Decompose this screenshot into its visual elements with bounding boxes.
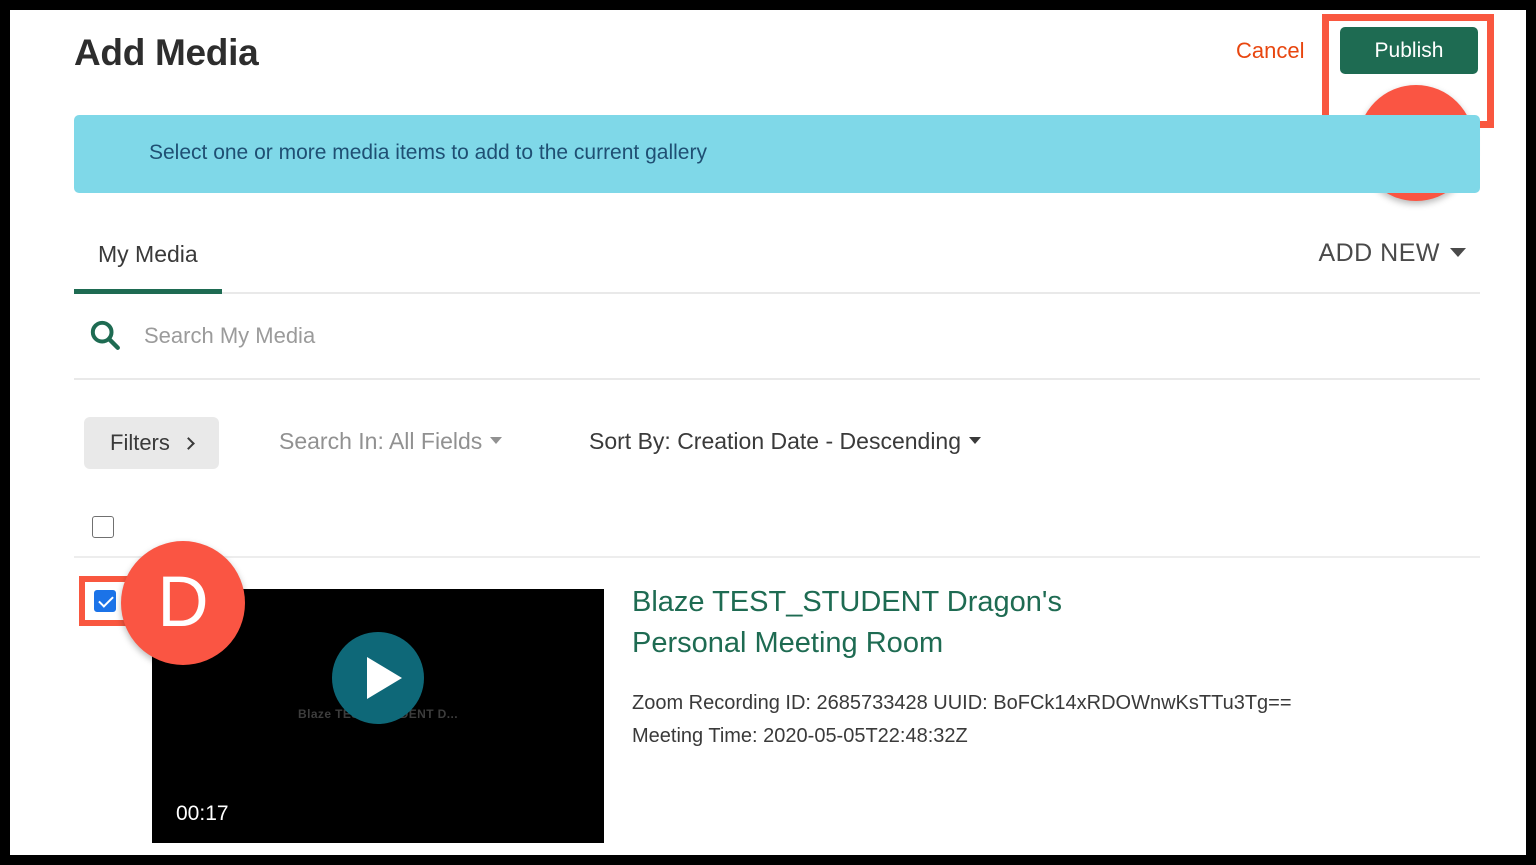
search-input[interactable] (144, 314, 944, 358)
publish-button[interactable]: Publish (1340, 27, 1478, 74)
screenshot-frame: Add Media Cancel Publish E Select one or… (0, 0, 1536, 865)
filters-button[interactable]: Filters (84, 417, 219, 469)
duration-label: 00:17 (176, 802, 229, 826)
filter-bar: Filters Search In: All Fields Sort By: C… (74, 410, 1480, 482)
page-title: Add Media (74, 32, 258, 74)
add-new-dropdown[interactable]: ADD NEW (1318, 239, 1466, 268)
add-new-label: ADD NEW (1318, 239, 1440, 267)
chevron-down-icon (490, 437, 502, 444)
add-media-dialog: Add Media Cancel Publish E Select one or… (10, 10, 1526, 855)
media-item-checkbox[interactable] (94, 590, 116, 612)
table-row: Blaze TEST_STUDENT D... 00:17 Blaze TEST… (74, 570, 1480, 855)
search-bar (74, 294, 1480, 380)
media-meta-recording-id: Zoom Recording ID: 2685733428 UUID: BoFC… (632, 687, 1462, 720)
annotation-badge-d: D (121, 541, 245, 665)
tab-my-media[interactable]: My Media (74, 217, 222, 294)
sort-by-label: Sort By: Creation Date - Descending (589, 428, 961, 454)
cancel-button[interactable]: Cancel (1236, 38, 1304, 64)
play-triangle (367, 657, 402, 699)
media-info: Blaze TEST_STUDENT Dragon's Personal Mee… (632, 582, 1462, 753)
search-in-dropdown[interactable]: Search In: All Fields (279, 428, 502, 455)
chevron-right-icon (182, 437, 195, 450)
media-title-link[interactable]: Blaze TEST_STUDENT Dragon's Personal Mee… (632, 582, 1112, 664)
chevron-down-icon (969, 437, 981, 444)
dialog-header: Add Media Cancel Publish E (10, 10, 1526, 106)
tab-bar: My Media ADD NEW (74, 217, 1480, 294)
filters-label: Filters (110, 430, 170, 455)
search-in-label: Search In: All Fields (279, 428, 482, 454)
search-icon (88, 318, 122, 352)
media-meta-meeting-time: Meeting Time: 2020-05-05T22:48:32Z (632, 720, 1462, 753)
play-icon[interactable] (332, 632, 424, 724)
chevron-down-icon (1450, 248, 1466, 257)
info-banner: Select one or more media items to add to… (74, 115, 1480, 193)
sort-by-dropdown[interactable]: Sort By: Creation Date - Descending (589, 428, 981, 455)
select-all-checkbox[interactable] (92, 516, 114, 538)
select-all-row (74, 500, 1480, 558)
info-banner-text: Select one or more media items to add to… (149, 141, 707, 165)
